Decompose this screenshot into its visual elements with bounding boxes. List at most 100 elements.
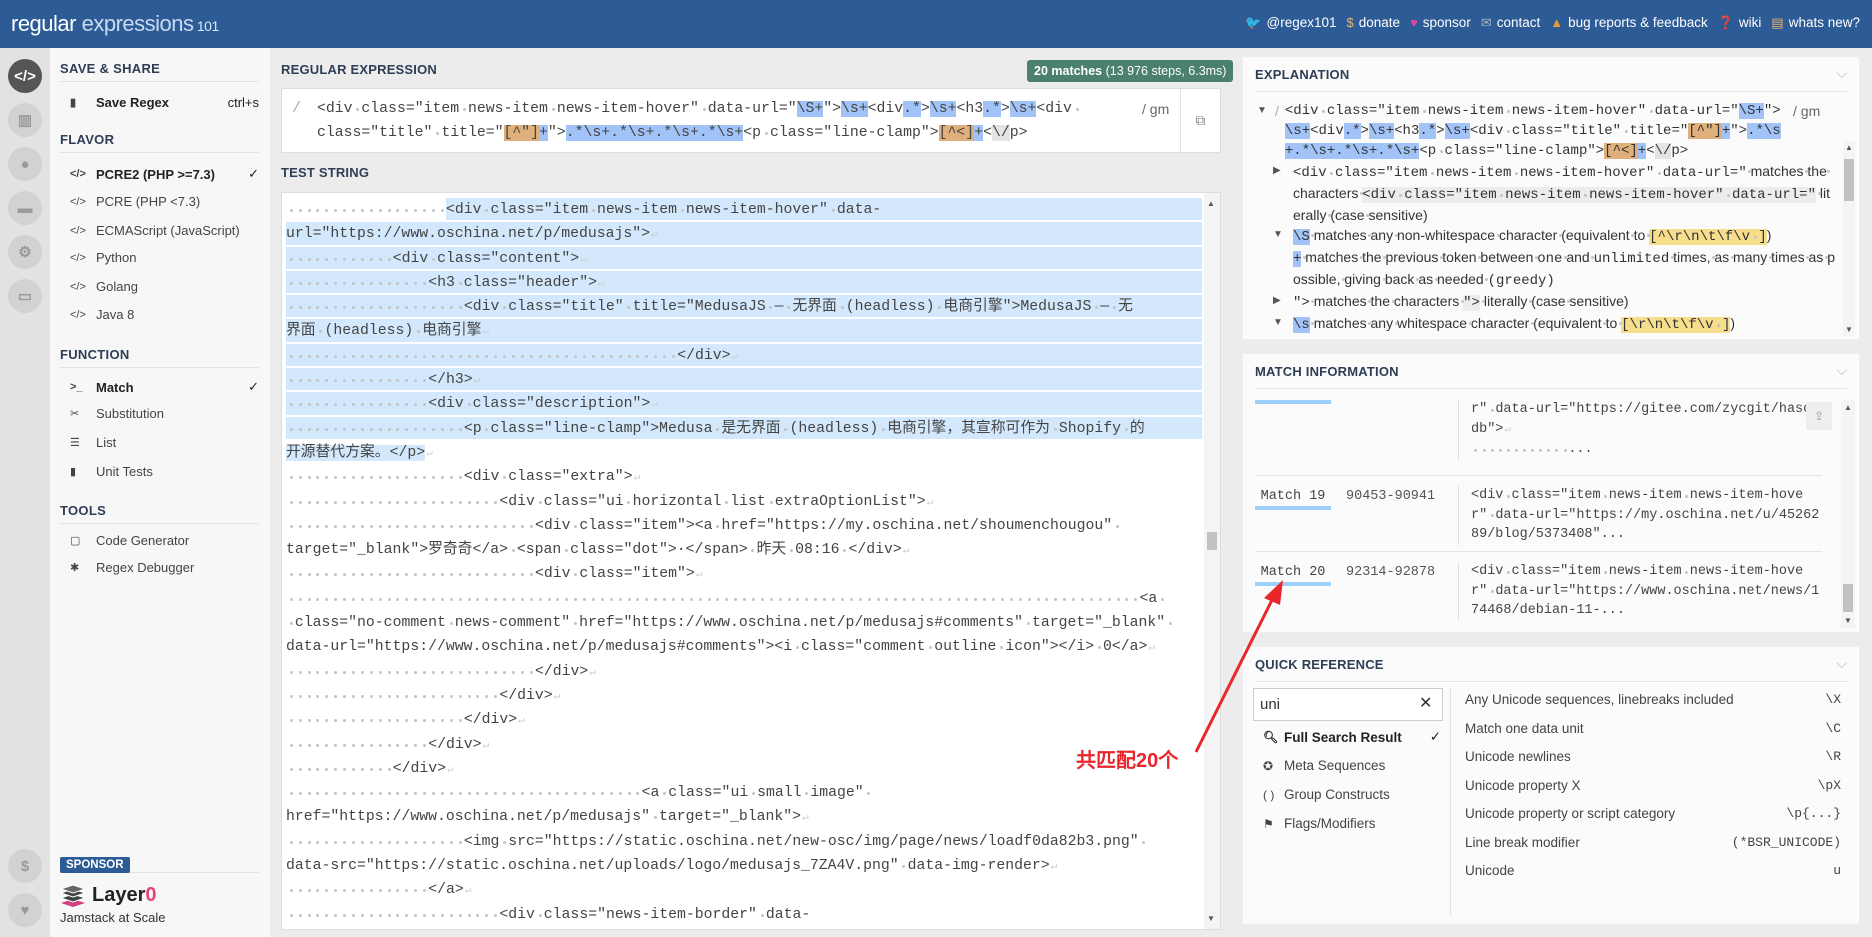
chevron-down-icon[interactable]: ⌵ <box>1836 655 1847 672</box>
quick-reference-entry[interactable]: Line break modifier (*BSR_UNICODE) <box>1465 835 1841 850</box>
quick-reference-category[interactable]: 🔍︎ Full Search Result ✓ <box>1263 729 1441 745</box>
regex-token: \s+ <box>1368 123 1395 139</box>
flavor-option[interactable]: </> PCRE (PHP <7.3) <box>70 194 259 209</box>
chevron-down-icon[interactable]: ⌵ <box>1836 362 1847 379</box>
tool-code-generator[interactable]: ▢ Code Generator <box>70 533 259 548</box>
flavor-option[interactable]: </> Java 8 <box>70 307 259 322</box>
test-string-line: 界面 (headless) 电商引擎↵ <box>286 319 1202 344</box>
code-icon[interactable]: </> <box>8 59 42 93</box>
entry-token: \R <box>1825 749 1841 764</box>
clear-search-icon[interactable]: ✕ <box>1419 693 1432 713</box>
regex-token: <div <box>1310 123 1344 139</box>
scroll-up-icon[interactable]: ▲ <box>1844 403 1852 412</box>
match-label: Match 19 <box>1255 489 1331 510</box>
header-link[interactable]: ♥ sponsor <box>1410 15 1471 31</box>
copy-icon[interactable]: ⧉ <box>1180 89 1220 152</box>
logo-text: regular <box>11 11 76 36</box>
header-link[interactable]: 🐦 @regex101 <box>1245 15 1336 31</box>
layers-icon <box>60 884 86 907</box>
regex-token: .*\s+.*\s+.*\s+.*\s+ <box>565 125 744 141</box>
caret-down-icon[interactable]: ▼ <box>1273 313 1283 333</box>
quick-reference-category[interactable]: ⚑ Flags/Modifiers <box>1263 816 1441 831</box>
scroll-down-icon[interactable]: ▼ <box>1844 616 1852 625</box>
scroll-up-icon[interactable]: ▲ <box>1207 199 1215 208</box>
header-link[interactable]: ❓ wiki <box>1718 15 1762 31</box>
function-option[interactable]: >_ Match ✓ <box>70 379 259 395</box>
gear-icon[interactable]: ⚙ <box>8 235 42 269</box>
save-regex-button[interactable]: ▮ Save Regex ctrl+s <box>70 95 259 110</box>
chevron-down-icon[interactable]: ⌵ <box>1836 65 1847 82</box>
heart-icon: ♥ <box>1410 15 1418 30</box>
regex-input[interactable]: / <div class="item news-item news-item-h… <box>281 88 1221 153</box>
quick-reference-entry[interactable]: Unicode u <box>1465 863 1841 878</box>
flavor-option[interactable]: </> Golang <box>70 279 259 294</box>
match-count: 20 matches <box>1034 64 1103 78</box>
mail-icon: ✉ <box>1480 15 1492 30</box>
quick-reference-category[interactable]: ✪ Meta Sequences <box>1263 758 1441 773</box>
scroll-up-icon[interactable]: ▲ <box>1845 143 1853 152</box>
regex-token: > <box>920 101 930 117</box>
share-icon[interactable]: ⇪ <box>1806 402 1832 430</box>
header-link-label: whats new? <box>1788 15 1860 30</box>
quick-reference-entry[interactable]: Unicode newlines \R <box>1465 749 1841 764</box>
news-icon: ▤ <box>1771 15 1784 30</box>
header-link-label: wiki <box>1738 15 1762 30</box>
function-option[interactable]: ☰ List <box>70 435 259 450</box>
caret-right-icon[interactable]: ▶ <box>1273 291 1281 311</box>
match-row[interactable]: Match 20 92314-92878 <div class="item news… <box>1255 552 1822 628</box>
heart-icon[interactable]: ♥ <box>8 893 42 927</box>
regex-token: \S+ <box>1738 103 1764 119</box>
header-link[interactable]: ▲ bug reports & feedback <box>1550 15 1707 31</box>
regex-token: .* <box>903 101 921 117</box>
match-row[interactable]: Match 19 90453-90941 <div class="item news… <box>1255 476 1822 552</box>
quick-reference-search-input[interactable] <box>1253 688 1443 721</box>
scroll-thumb[interactable] <box>1844 159 1854 201</box>
flavor-option[interactable]: </> ECMAScript (JavaScript) <box>70 223 259 238</box>
flavor-option[interactable]: </> PCRE2 (PHP >=7.3) ✓ <box>70 166 259 182</box>
quick-reference-entry[interactable]: Unicode property or script category \p{..… <box>1465 806 1841 821</box>
flavor-option[interactable]: </> Python <box>70 250 259 265</box>
scroll-down-icon[interactable]: ▼ <box>1845 325 1853 334</box>
scroll-down-icon[interactable]: ▼ <box>1207 914 1215 923</box>
regex-token: <div class="item news-item news-item-hov… <box>1284 103 1739 119</box>
test-string-line: <div class="ui horizontal list extraOpti… <box>286 490 1202 514</box>
scroll-thumb[interactable] <box>1843 584 1853 612</box>
match-info-scrollbar[interactable]: ▲ ▼ <box>1841 400 1855 628</box>
caret-right-icon[interactable]: ▶ <box>1273 161 1281 181</box>
explanation-text: one <box>1537 251 1563 267</box>
function-option[interactable]: ▮ Unit Tests <box>70 464 259 479</box>
regex-token: <h3 <box>956 101 984 117</box>
dollar-icon[interactable]: $ <box>8 849 42 883</box>
tool-regex-debugger[interactable]: ✱ Regex Debugger <box>70 560 259 575</box>
entry-description: Unicode newlines <box>1465 749 1571 764</box>
logo[interactable]: regular expressions 101 <box>11 11 219 37</box>
match-row[interactable]: r" data-url="https://gitee.com/zycgit/ha… <box>1255 400 1822 476</box>
header-link[interactable]: ✉ contact <box>1481 15 1540 31</box>
test-string-line: url="https://www.oschina.net/p/medusajs"… <box>286 222 1202 247</box>
header-link[interactable]: $ donate <box>1347 15 1401 31</box>
scroll-thumb[interactable] <box>1207 531 1217 550</box>
regex-flags[interactable]: / gm <box>1142 97 1169 121</box>
sponsor-tagline: Jamstack at Scale <box>60 910 166 925</box>
explanation-scrollbar[interactable]: ▲ ▼ <box>1843 141 1855 336</box>
explanation-item: + matches the previous token between one… <box>1253 247 1835 291</box>
test-string-scrollbar[interactable]: ▲ ▼ <box>1204 193 1220 929</box>
sponsor-logo[interactable]: Layer0 <box>60 884 157 907</box>
library-icon[interactable]: ▥ <box>8 103 42 137</box>
chat-icon[interactable]: ▭ <box>8 279 42 313</box>
quick-reference-category[interactable]: ( ) Group Constructs <box>1263 787 1441 802</box>
user-icon[interactable]: ● <box>8 147 42 181</box>
caret-down-icon[interactable]: ▼ <box>1273 225 1283 245</box>
quick-reference-entry[interactable]: Any Unicode sequences, linebreaks includ… <box>1465 692 1841 707</box>
test-string-input[interactable]: <div class="item news-item news-item-hov… <box>281 192 1221 930</box>
regex-text[interactable]: <div class="item news-item news-item-hov… <box>317 97 1147 145</box>
header-link[interactable]: ▤ whats new? <box>1771 15 1860 31</box>
quick-reference-entry[interactable]: Match one data unit \C <box>1465 721 1841 736</box>
gamepad-icon[interactable]: ▬ <box>8 191 42 225</box>
flavor-label: PCRE (PHP <7.3) <box>96 194 201 209</box>
quick-reference-title: QUICK REFERENCE <box>1255 657 1847 682</box>
explanation-text: <div class="item news-item news-item-hov… <box>1362 187 1816 203</box>
caret-down-icon[interactable]: ▼ <box>1257 101 1267 121</box>
quick-reference-entry[interactable]: Unicode property X \pX <box>1465 778 1841 793</box>
function-option[interactable]: ✂ Substitution <box>70 406 259 421</box>
